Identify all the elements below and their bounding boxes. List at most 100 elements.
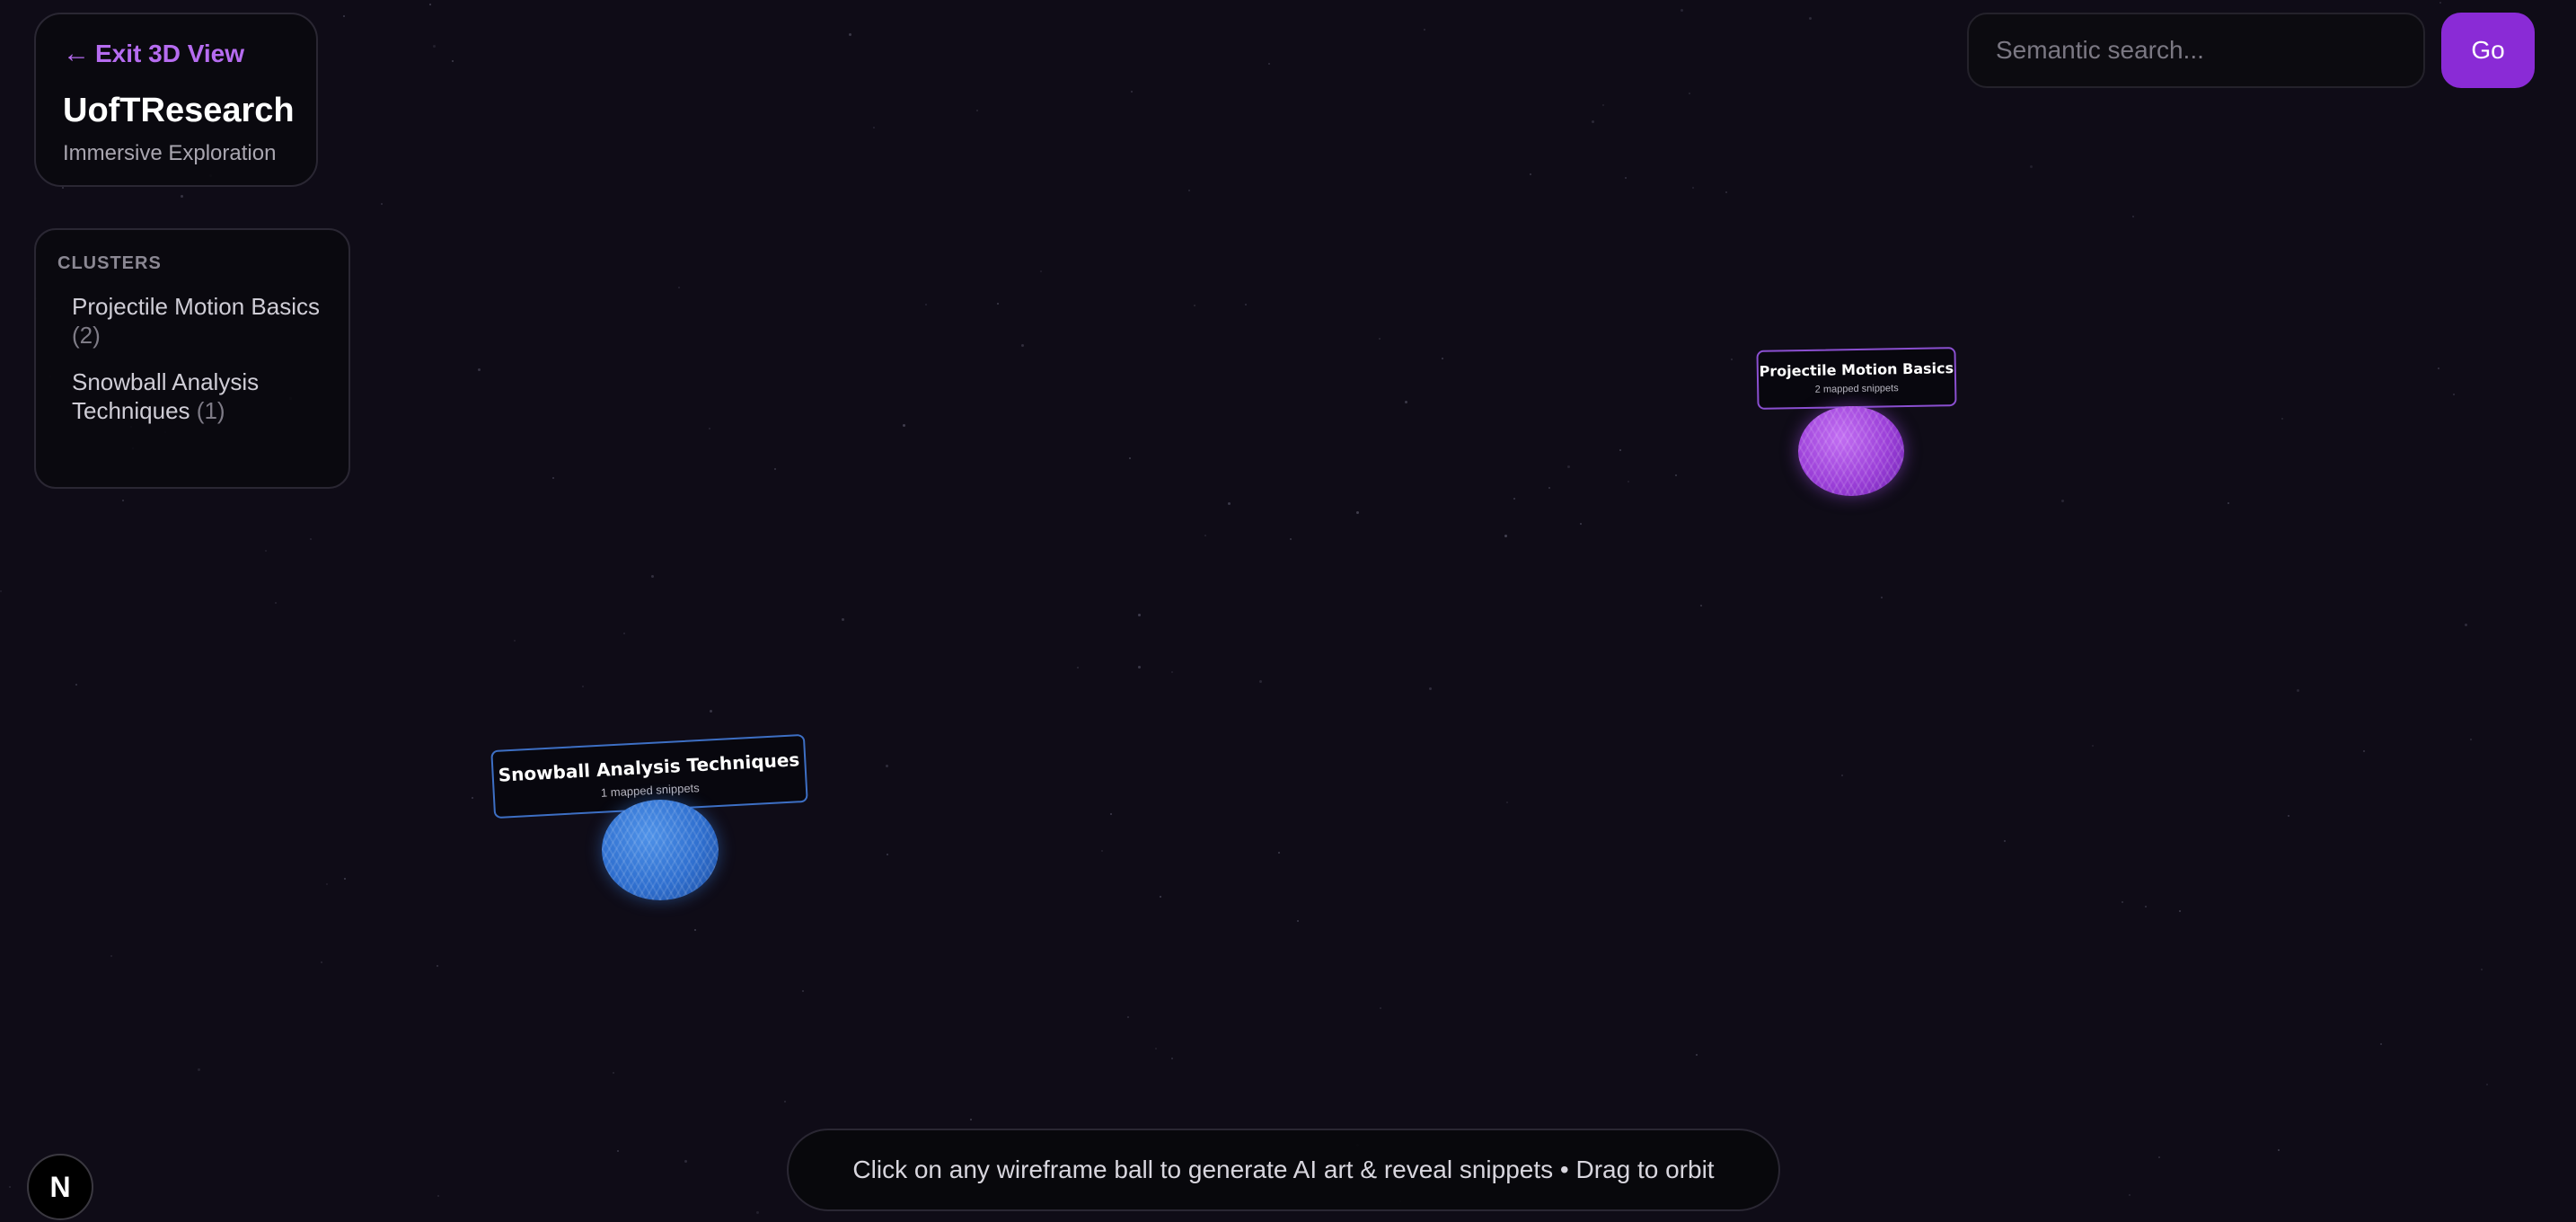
wireframe-ball-snowball-analysis[interactable] [602,800,719,900]
star [2278,1149,2280,1151]
star [321,961,322,963]
star [2363,750,2365,752]
star [1530,173,1531,175]
star [886,765,888,767]
star [2453,394,2455,395]
star [1131,91,1133,93]
star [1625,177,1627,179]
star [1442,358,1443,359]
star [1619,449,1621,451]
star [110,955,112,957]
star [2481,969,2483,970]
star [1194,305,1195,306]
star [326,883,328,885]
star [1841,775,1843,776]
star [1429,687,1432,690]
star [925,304,927,306]
node-title: Projectile Motion Basics [1759,359,1954,380]
star [1040,270,1042,272]
star [774,468,776,470]
star [1731,359,1733,360]
node-label-projectile-motion[interactable]: Projectile Motion Basics 2 mapped snippe… [1756,347,1957,410]
star [582,686,584,687]
star [2122,901,2123,903]
semantic-search-input[interactable] [1967,13,2425,88]
star [1809,17,1812,20]
star [343,15,345,17]
star [2061,500,2064,502]
star [1696,1054,1698,1056]
hint-text: Click on any wireframe ball to generate … [852,1156,1715,1183]
star [2288,815,2289,817]
star [1628,481,1629,483]
star [2092,745,2094,747]
instruction-hint-bar: Click on any wireframe ball to generate … [787,1129,1780,1211]
star [0,590,2,592]
clusters-heading: CLUSTERS [57,253,162,273]
star [1138,666,1141,669]
star [198,1068,200,1071]
star [1506,801,1508,803]
star [710,710,712,713]
nextjs-badge-icon[interactable]: N [27,1154,93,1220]
star [1379,338,1381,340]
star [429,4,431,5]
3d-scene-canvas[interactable]: ← Exit 3D View UofTResearch Immersive Ex… [0,0,2576,1222]
go-button[interactable]: Go [2441,13,2535,88]
star [2228,502,2229,504]
star [2030,165,2033,168]
cluster-item-snowball-analysis[interactable]: Snowball Analysis Techniques (1) [72,367,269,425]
arrow-left-icon: ← [63,39,90,68]
exit-label: Exit 3D View [95,40,245,67]
star [849,33,851,36]
star [1692,187,1694,189]
star [310,538,312,540]
star [1356,511,1359,514]
star [122,500,124,501]
star [1245,304,1247,306]
star [997,303,999,305]
star [842,618,844,621]
node-snippet-count: 2 mapped snippets [1814,383,1899,395]
star [1268,63,1270,65]
star [1101,850,1103,852]
star [1681,9,1683,12]
star [1278,852,1280,854]
cluster-count: (2) [72,322,101,349]
star [1689,93,1690,94]
star [1881,597,1883,598]
wireframe-ball-projectile-motion[interactable] [1798,406,1904,496]
star [1155,1048,1157,1049]
star [1297,920,1299,922]
header-card: ← Exit 3D View UofTResearch Immersive Ex… [34,13,318,187]
star [2470,739,2472,740]
star [1077,667,1079,669]
star [1188,190,1190,191]
star [2438,367,2439,369]
cluster-item-projectile-motion[interactable]: Projectile Motion Basics (2) [72,292,327,350]
star [678,287,680,288]
star [1259,680,1262,683]
star [1127,1016,1129,1018]
star [617,1150,619,1152]
cluster-name: Snowball Analysis Techniques [72,368,260,424]
star [62,187,64,189]
star [2486,1084,2488,1085]
star [1424,29,1425,31]
star [903,424,905,427]
exit-3d-view-link[interactable]: ← Exit 3D View [63,40,289,68]
star [1580,523,1582,525]
cluster-name: Projectile Motion Basics [72,293,320,320]
star [1110,813,1112,815]
star [2297,689,2299,692]
star [623,633,625,634]
star [381,203,383,205]
star [1204,535,1206,536]
star [1504,535,1507,537]
star [1405,401,1407,403]
star [2465,624,2467,626]
star [1160,896,1161,898]
star [651,575,654,578]
star [970,1119,972,1120]
star [613,1072,614,1074]
